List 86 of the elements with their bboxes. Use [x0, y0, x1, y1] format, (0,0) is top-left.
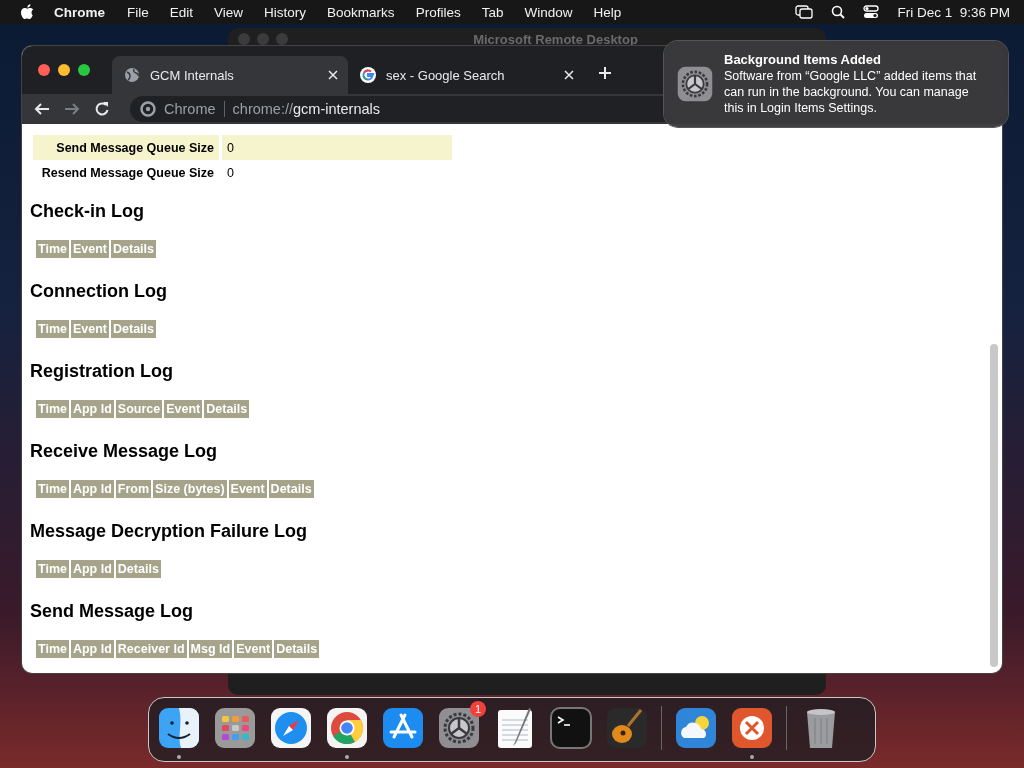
toggles-icon[interactable]: [863, 5, 880, 19]
section-heading: Receive Message Log: [30, 440, 219, 462]
column-header: Source: [115, 400, 163, 418]
app-grid-icon[interactable]: [213, 706, 257, 750]
browser-tab[interactable]: sex - Google Search: [348, 56, 584, 94]
compass-icon[interactable]: [269, 706, 313, 750]
column-header: Time: [36, 400, 69, 418]
terminal-icon[interactable]: [549, 706, 593, 750]
column-header: Event: [234, 640, 273, 658]
url-text: chrome://gcm-internals: [232, 101, 381, 117]
scrollbar-thumb[interactable]: [990, 344, 998, 667]
smiling-face-icon[interactable]: [157, 706, 201, 750]
column-header: Receiver Id: [115, 640, 187, 658]
section-heading: Registration Log: [30, 360, 174, 382]
gear-icon[interactable]: [437, 706, 481, 750]
close-button[interactable]: [38, 64, 50, 76]
column-header: Details: [204, 400, 250, 418]
column-header: Details: [268, 480, 314, 498]
a-shape-icon[interactable]: [381, 706, 425, 750]
column-header: Details: [115, 560, 161, 578]
notification[interactable]: Background Items Added Software from “Google LLC” added items that can run in the background. You can manage this in Login Items Settings.: [664, 41, 1008, 127]
apple-logo-icon[interactable]: [20, 4, 34, 20]
section-heading: Check-in Log: [30, 200, 145, 222]
field-value: 0: [222, 135, 452, 160]
plus-icon[interactable]: [598, 66, 612, 80]
reload-icon[interactable]: [94, 101, 110, 117]
color-wheel-icon[interactable]: [325, 706, 369, 750]
zoom-button[interactable]: [78, 64, 90, 76]
field-label: Send Message Queue Size: [33, 135, 219, 160]
notification-badge: 1: [470, 701, 486, 717]
forward-arrow-icon[interactable]: [64, 101, 80, 117]
column-header: Time: [36, 560, 69, 578]
close-icon[interactable]: [328, 70, 338, 80]
section-heading: Send Message Log: [30, 600, 195, 622]
column-header: Size (bytes): [153, 480, 227, 498]
close-icon[interactable]: [564, 70, 574, 80]
search-icon[interactable]: [831, 5, 846, 19]
column-header: Time: [36, 480, 69, 498]
arrows-icon[interactable]: [730, 706, 774, 750]
menu-item[interactable]: Edit: [169, 4, 194, 20]
column-header: Msg Id: [188, 640, 233, 658]
field-value: 0: [226, 164, 235, 182]
notification-title: Background Items Added: [724, 52, 882, 68]
globe-icon: [124, 67, 140, 83]
column-header: Time: [36, 640, 69, 658]
gear-icon: [676, 65, 714, 103]
column-header: App Id: [70, 640, 114, 658]
column-header: Details: [111, 320, 156, 338]
column-header: Time: [36, 320, 69, 338]
field-label: Resend Message Queue Size: [40, 164, 215, 182]
guitar-icon[interactable]: [605, 706, 649, 750]
cloud-sun-icon[interactable]: [674, 706, 718, 750]
column-header: Details: [111, 240, 156, 258]
column-header: Time: [36, 240, 69, 258]
site-chip[interactable]: Chrome: [164, 101, 216, 117]
column-header: App Id: [70, 560, 114, 578]
section-heading: Message Decryption Failure Log: [30, 520, 309, 542]
column-header: App Id: [70, 480, 114, 498]
section-heading: Connection Log: [30, 280, 168, 302]
minimize-button[interactable]: [58, 64, 70, 76]
letter-g-icon: [360, 67, 376, 83]
column-header: From: [115, 480, 152, 498]
menu-item[interactable]: Bookmarks: [327, 4, 395, 20]
window-title: Microsoft Remote Desktop: [472, 31, 639, 47]
menu-item[interactable]: Profiles: [415, 4, 461, 20]
running-dot: [345, 755, 349, 759]
app-menu[interactable]: Chrome: [54, 4, 105, 20]
column-header: Event: [164, 400, 203, 418]
clock[interactable]: Fri Dec 1 9:36 PM: [897, 4, 1010, 20]
menu-item[interactable]: Tab: [481, 4, 504, 20]
running-dot: [750, 755, 754, 759]
browser-tab[interactable]: GCM Internals: [112, 56, 348, 94]
column-header: Details: [274, 640, 320, 658]
menu-item[interactable]: Window: [524, 4, 573, 20]
back-arrow-icon[interactable]: [34, 101, 50, 117]
column-header: Event: [70, 320, 109, 338]
column-header: Event: [70, 240, 109, 258]
ring-logo-icon: [140, 101, 156, 117]
running-dot: [177, 755, 181, 759]
menu-item[interactable]: File: [127, 4, 149, 20]
windows-icon[interactable]: [795, 5, 814, 19]
menu-item[interactable]: View: [214, 4, 244, 20]
menu-item[interactable]: Help: [593, 4, 622, 20]
column-header: Event: [228, 480, 267, 498]
menu-item[interactable]: History: [264, 4, 307, 20]
column-header: App Id: [70, 400, 114, 418]
